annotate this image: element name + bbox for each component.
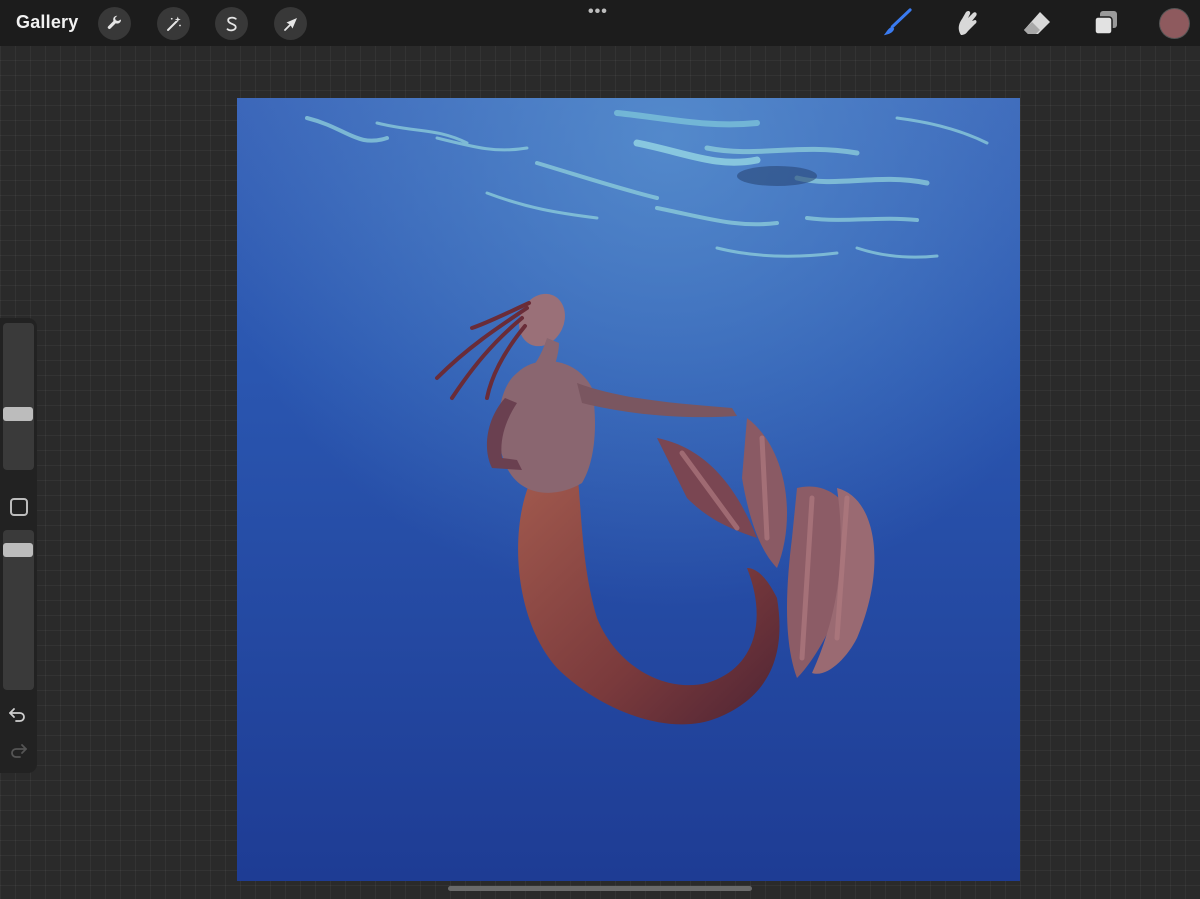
transform-button[interactable] [274,7,307,40]
selection-button[interactable] [215,7,248,40]
gallery-button[interactable]: Gallery [16,12,78,33]
undo-icon[interactable] [8,704,28,724]
top-toolbar: Gallery ••• [0,0,1200,46]
wrench-icon [107,15,121,29]
selection-s-icon [226,16,237,31]
smudge-tool-button[interactable] [952,8,982,38]
brush-size-slider[interactable] [3,323,34,470]
modify-button[interactable] [10,498,28,516]
opacity-thumb[interactable] [3,543,33,557]
eraser-tool-button[interactable] [1022,8,1052,38]
redo-icon[interactable] [8,740,28,760]
home-indicator [448,886,752,891]
layers-icon [1094,11,1117,35]
brush-icon [883,8,912,36]
sidebar [0,318,37,773]
adjustments-button[interactable] [157,7,190,40]
brush-size-thumb[interactable] [3,407,33,421]
smudge-icon [958,10,977,36]
drawing-canvas[interactable] [237,98,1020,881]
actions-button[interactable] [98,7,131,40]
mermaid-painting [237,98,1020,881]
brush-tool-button[interactable] [882,8,912,38]
transform-arrow-icon [283,17,297,31]
eraser-icon [1024,12,1050,34]
color-picker-button[interactable] [1160,9,1189,38]
more-menu-icon[interactable]: ••• [588,3,608,21]
magic-wand-icon [166,16,181,31]
layers-button[interactable] [1091,8,1121,38]
